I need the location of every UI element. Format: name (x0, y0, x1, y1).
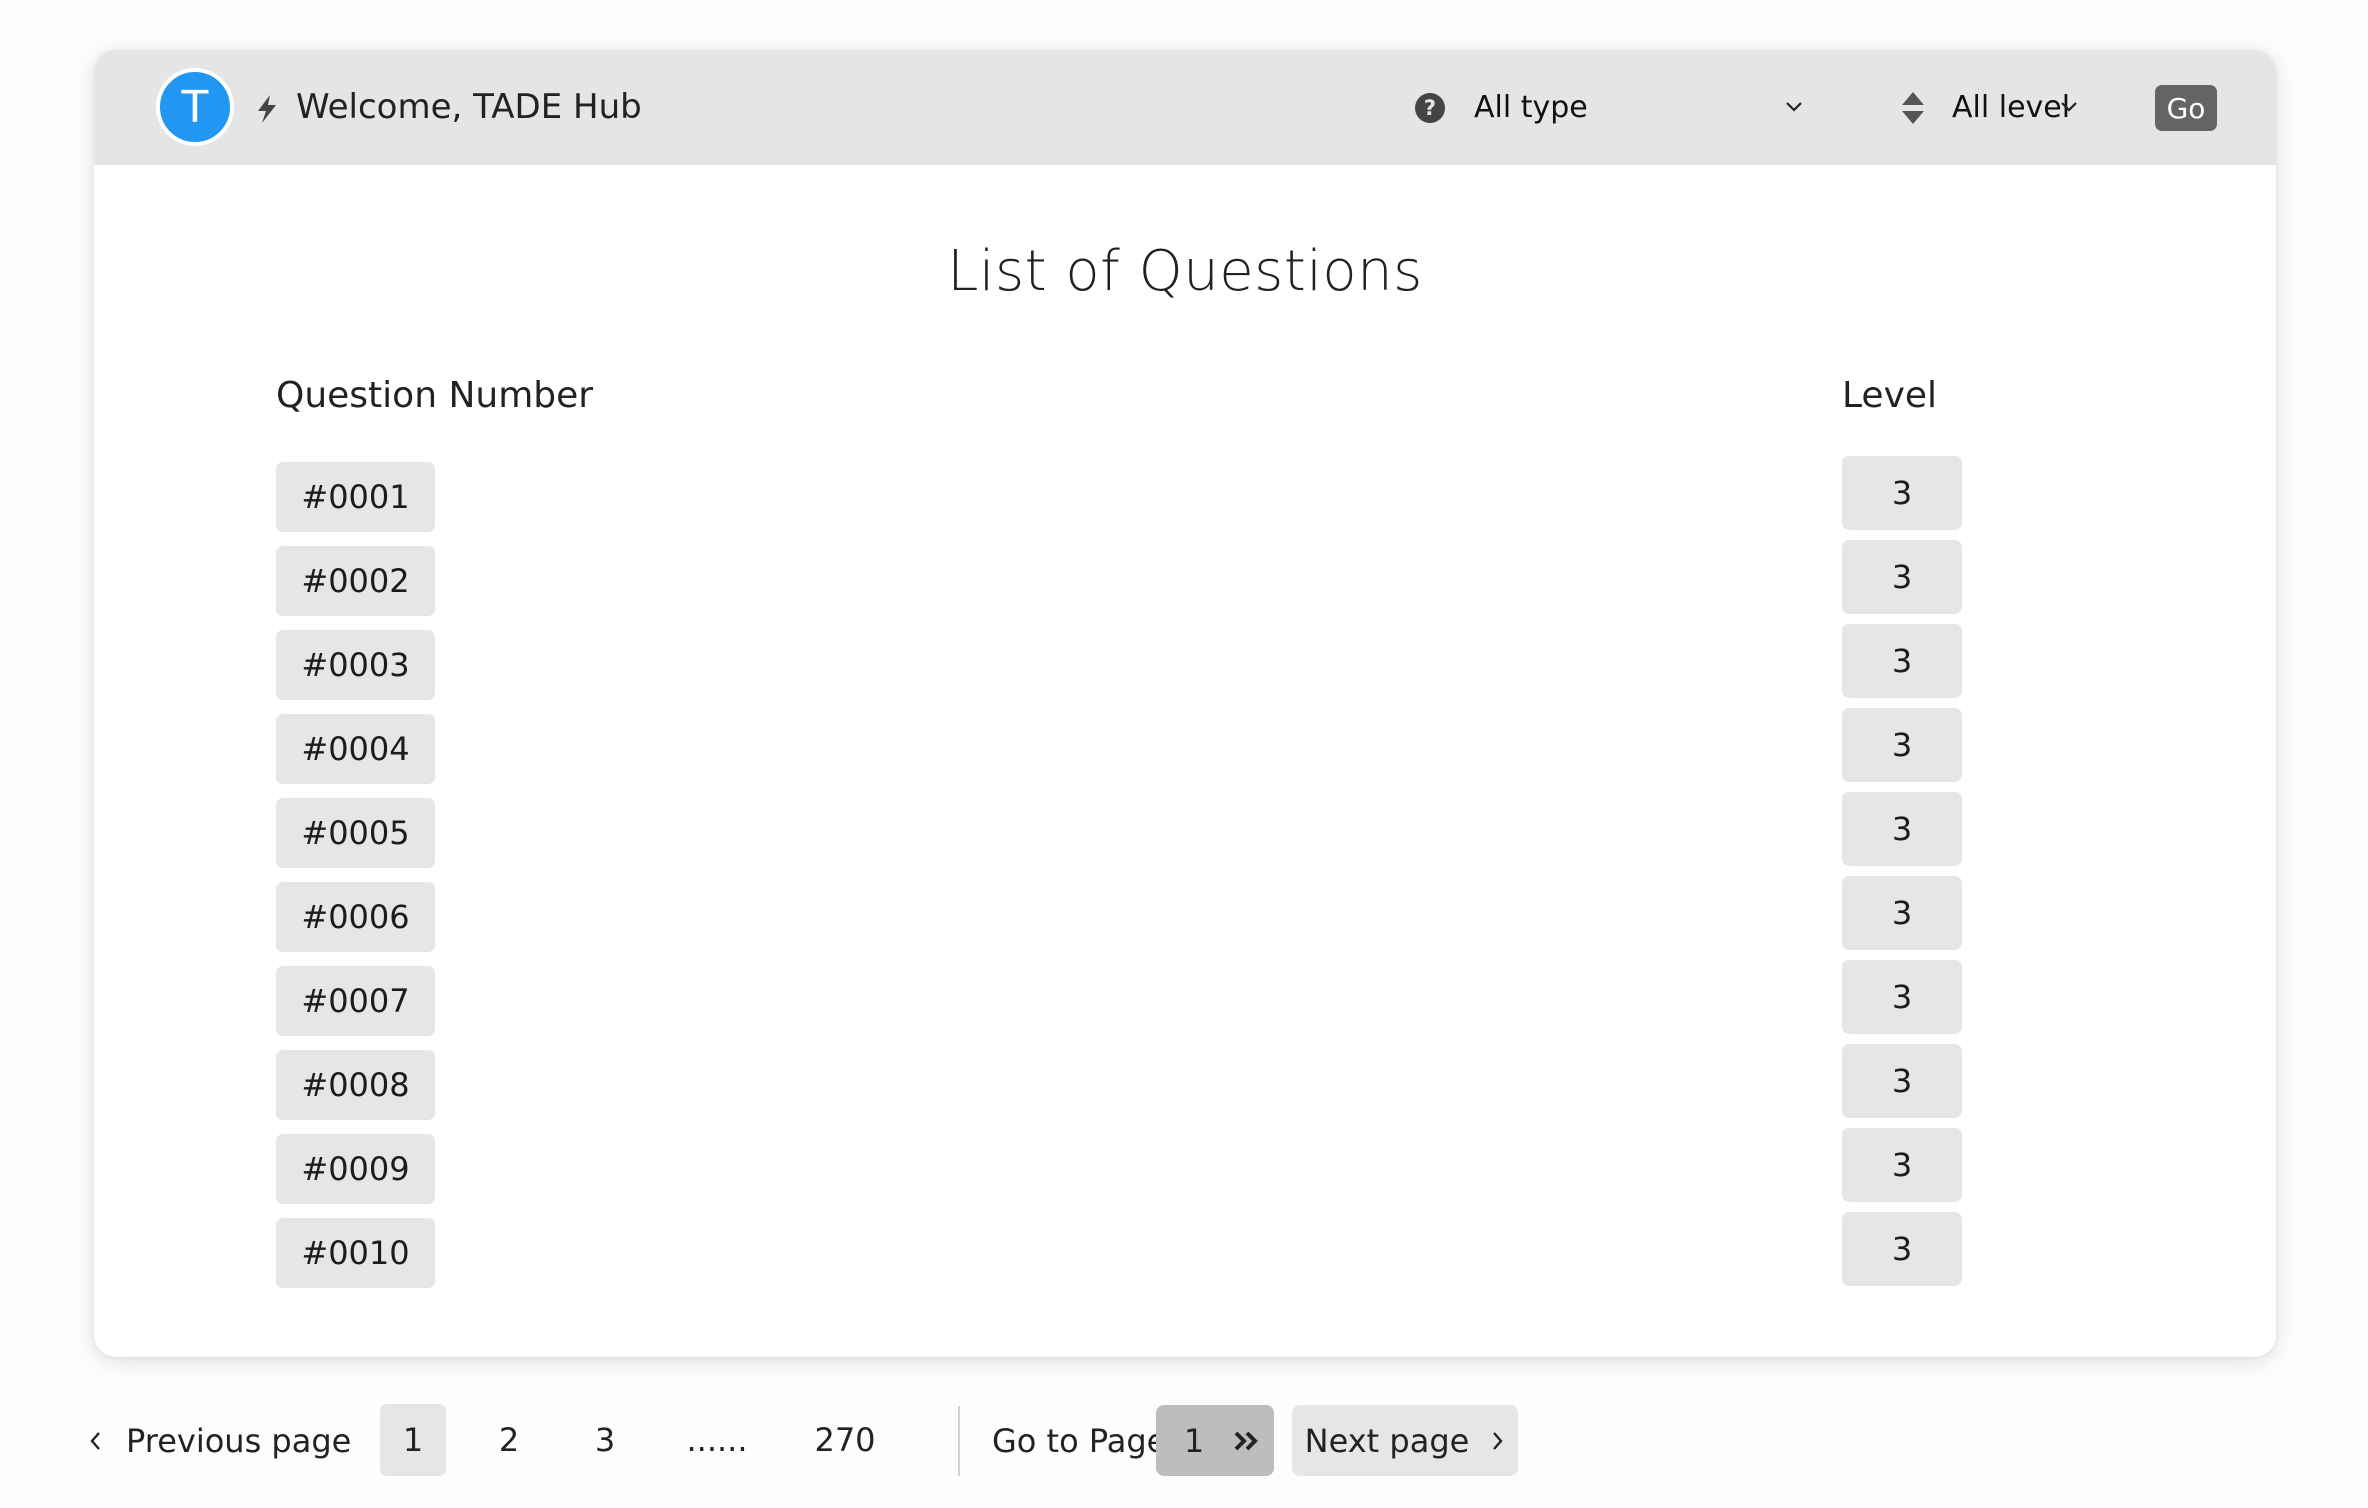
type-filter-select[interactable]: All type (1474, 86, 1588, 130)
sort-up-down-icon (1902, 92, 1924, 124)
top-bar: T Welcome, TADE Hub ? All type All level… (94, 50, 2276, 165)
level-pill: 3 (1842, 876, 1962, 950)
level-list: 3 3 3 3 3 3 3 3 3 3 (1842, 456, 1962, 1296)
double-chevron-right-icon[interactable] (1232, 1429, 1262, 1453)
question-number-pill[interactable]: #0010 (276, 1218, 435, 1288)
page-button-3[interactable]: 3 (572, 1404, 638, 1476)
level-filter-select[interactable]: All level (1952, 86, 2070, 130)
chevron-left-icon (90, 1432, 100, 1450)
level-pill: 3 (1842, 792, 1962, 866)
previous-page-button[interactable]: Previous page (88, 1404, 351, 1478)
level-pill: 3 (1842, 540, 1962, 614)
go-to-page-input[interactable] (1164, 1410, 1224, 1471)
go-to-page-label: Go to Page (992, 1422, 1167, 1460)
page-button-1[interactable]: 1 (380, 1404, 446, 1476)
page-button-2[interactable]: 2 (476, 1404, 542, 1476)
level-pill: 3 (1842, 456, 1962, 530)
level-pill: 3 (1842, 1044, 1962, 1118)
page-title: List of Questions (947, 239, 1423, 304)
question-number-pill[interactable]: #0004 (276, 714, 435, 784)
next-page-label: Next page (1304, 1421, 1470, 1460)
level-pill: 3 (1842, 708, 1962, 782)
pagination: Previous page 1 2 3 ...... 270 Go to Pag… (0, 1404, 2368, 1478)
level-header: Level (1842, 375, 1938, 416)
question-number-pill[interactable]: #0003 (276, 630, 435, 700)
level-pill: 3 (1842, 624, 1962, 698)
previous-page-label: Previous page (126, 1422, 352, 1460)
question-number-pill[interactable]: #0001 (276, 462, 435, 532)
questions-card: T Welcome, TADE Hub ? All type All level… (94, 50, 2276, 1357)
level-pill: 3 (1842, 960, 1962, 1034)
question-number-pill[interactable]: #0005 (276, 798, 435, 868)
question-circle-icon: ? (1415, 93, 1445, 123)
question-number-pill[interactable]: #0006 (276, 882, 435, 952)
avatar[interactable]: T (156, 68, 234, 146)
go-button[interactable]: Go (2155, 85, 2217, 131)
svg-text:?: ? (1424, 96, 1436, 120)
go-to-page-control (1156, 1405, 1274, 1476)
welcome-text: Welcome, TADE Hub (296, 87, 642, 127)
question-number-pill[interactable]: #0009 (276, 1134, 435, 1204)
page-ellipsis: ...... (686, 1421, 748, 1459)
question-number-pill[interactable]: #0008 (276, 1050, 435, 1120)
level-pill: 3 (1842, 1212, 1962, 1286)
level-pill: 3 (1842, 1128, 1962, 1202)
question-number-pill[interactable]: #0007 (276, 966, 435, 1036)
chevron-down-icon[interactable] (2059, 100, 2079, 114)
question-number-list: #0001 #0002 #0003 #0004 #0005 #0006 #000… (276, 462, 435, 1302)
chevron-right-icon (1493, 1431, 1503, 1450)
chevron-down-icon[interactable] (1784, 100, 1804, 114)
page-button-last[interactable]: 270 (800, 1404, 890, 1476)
lightning-bolt-icon (258, 95, 276, 123)
question-number-pill[interactable]: #0002 (276, 546, 435, 616)
next-page-button[interactable]: Next page (1292, 1405, 1518, 1476)
pagination-divider (958, 1406, 960, 1476)
question-number-header: Question Number (276, 375, 594, 416)
